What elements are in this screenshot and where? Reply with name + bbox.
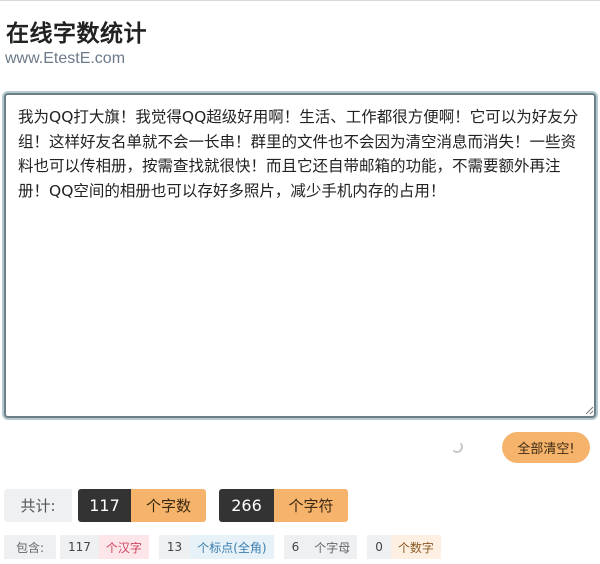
- char-count-badge: 266 个字符: [219, 489, 348, 522]
- han-count-value: 117: [60, 535, 99, 559]
- text-input[interactable]: 我为QQ打大旗！我觉得QQ超级好用啊！生活、工作都很方便啊！它可以为好友分组！这…: [4, 93, 596, 418]
- han-count-badge: 117 个汉字: [60, 535, 149, 559]
- totals-label: 共计:: [4, 489, 72, 522]
- resize-handle-icon[interactable]: [584, 405, 594, 415]
- site-url: www.EtestE.com: [5, 50, 126, 67]
- letter-count-value: 6: [283, 535, 308, 559]
- char-count-value: 266: [219, 489, 274, 522]
- clear-all-button[interactable]: 全部清空!: [502, 432, 590, 463]
- word-count-badge: 117 个字数: [78, 489, 206, 522]
- digit-count-unit: 个数字: [390, 535, 441, 559]
- page-title: 在线字数统计: [6, 21, 147, 47]
- digit-count-value: 0: [367, 535, 391, 559]
- letter-count-badge: 6 个字母: [283, 535, 358, 559]
- char-count-unit: 个字符: [274, 489, 348, 522]
- totals-bar: 共计: 117 个字数 266 个字符: [4, 489, 348, 522]
- details-bar: 包含: 117 个汉字 13 个标点(全角) 6 个字母 0 个数字: [4, 535, 441, 559]
- details-label: 包含:: [4, 535, 56, 559]
- loading-spinner-icon: [451, 441, 463, 453]
- punct-count-unit: 个标点(全角): [190, 535, 274, 559]
- punct-count-value: 13: [158, 535, 191, 559]
- word-count-value: 117: [78, 489, 131, 522]
- han-count-unit: 个汉字: [98, 535, 149, 559]
- top-divider: [0, 0, 600, 1]
- digit-count-badge: 0 个数字: [367, 535, 441, 559]
- word-count-unit: 个字数: [131, 489, 206, 522]
- punct-count-badge: 13 个标点(全角): [158, 535, 274, 559]
- letter-count-unit: 个字母: [307, 535, 358, 559]
